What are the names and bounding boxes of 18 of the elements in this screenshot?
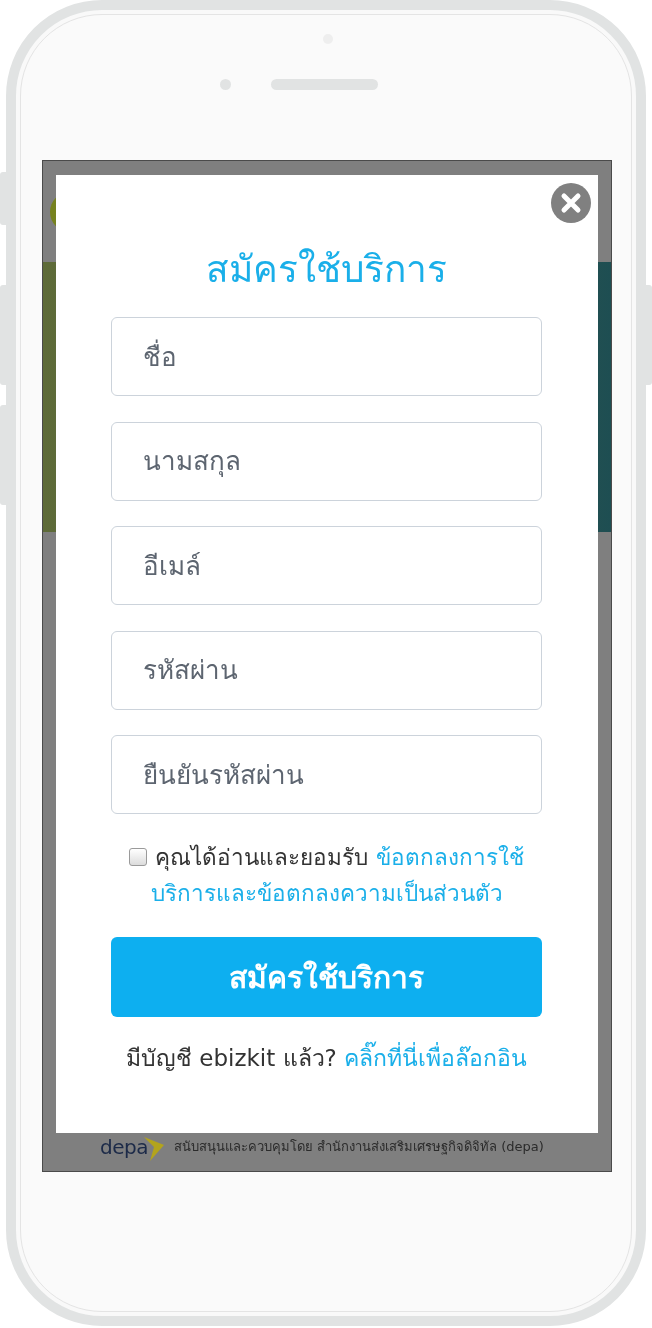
text-field[interactable]: ยืนยันรหัสผ่าน (111, 735, 542, 814)
submit-button[interactable]: สมัครใช้บริการ (111, 937, 542, 1017)
login-prompt: มีบัญชี ebizkit แล้ว? คลิ๊กที่นี่เพื่อล๊อกอิน (111, 1043, 542, 1073)
terms-link[interactable]: บริการและข้อตกลงความเป็นส่วนตัว (150, 875, 503, 911)
text-field[interactable]: อีเมล์ (111, 526, 542, 605)
speaker-icon (271, 79, 378, 90)
text-field[interactable]: รหัสผ่าน (111, 630, 542, 710)
terms-text: คุณได้อ่านและยอมรับ (155, 843, 368, 873)
close-button[interactable] (551, 183, 591, 223)
checkbox[interactable] (129, 848, 147, 866)
sensor-icon (220, 79, 231, 90)
footer-text: สนับสนุนและควบคุมโดย สำนักงานส่งเสริมเศรษฐกิจดิจิทัล (depa) (173, 1138, 544, 1156)
terms-link[interactable]: ข้อตกลงการใช้ (376, 839, 524, 875)
text-field[interactable]: ชื่อ (111, 317, 542, 396)
close-icon (551, 183, 591, 223)
logo-text: depa (100, 1136, 148, 1158)
text-field[interactable]: นามสกุล (111, 421, 542, 501)
modal-title: สมัครใช้บริการ (205, 248, 448, 292)
